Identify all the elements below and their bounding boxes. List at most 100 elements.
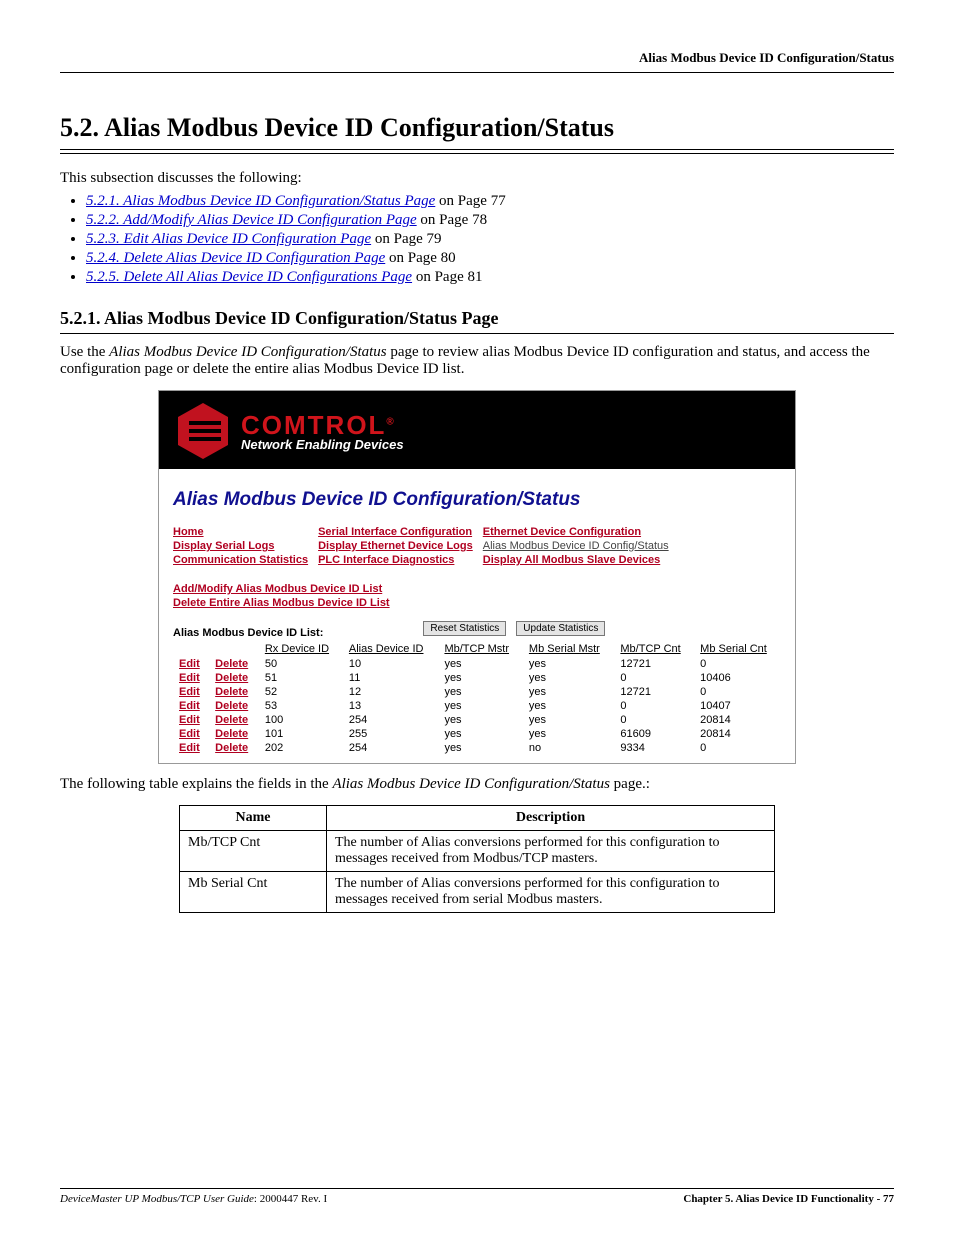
toc-link[interactable]: 5.2.5. Delete All Alias Device ID Config… [86,269,412,285]
section-title: 5.2. Alias Modbus Device ID Configuratio… [60,113,894,143]
table-row: EditDelete5111yesyes010406 [173,671,781,685]
cell-rx: 53 [259,699,343,713]
cell-alias: 13 [343,699,439,713]
edit-link[interactable]: Edit [179,686,200,698]
banner: COMTROL® Network Enabling Devices [159,391,795,469]
footer-right: Chapter 5. Alias Device ID Functionality… [683,1193,894,1205]
nav-all-slaves[interactable]: Display All Modbus Slave Devices [483,554,661,566]
brand-tagline: Network Enabling Devices [241,438,404,451]
table-row: EditDelete5010yesyes127210 [173,657,781,671]
nav-serial-config[interactable]: Serial Interface Configuration [318,526,472,538]
nav-grid: Home Serial Interface Configuration Ethe… [173,525,679,567]
cell-tcp-cnt: 12721 [614,685,694,699]
cell-serial-cnt: 0 [694,741,781,755]
table-row: EditDelete101255yesyes6160920814 [173,727,781,741]
toc-link[interactable]: 5.2.3. Edit Alias Device ID Configuratio… [86,231,371,247]
add-modify-link[interactable]: Add/Modify Alias Modbus Device ID List [173,583,382,595]
toc-item: 5.2.3. Edit Alias Device ID Configuratio… [86,231,894,248]
col-serial-cnt: Mb Serial Cnt [694,641,781,657]
cell-rx: 50 [259,657,343,671]
table-row: Mb/TCP Cnt The number of Alias conversio… [180,831,775,872]
cell-rx: 51 [259,671,343,685]
fd-header-name: Name [180,806,327,831]
screenshot-heading: Alias Modbus Device ID Configuration/Sta… [173,489,781,511]
cell-alias: 254 [343,741,439,755]
delete-link[interactable]: Delete [215,728,248,740]
cell-serial-mstr: yes [523,699,614,713]
nav-ethernet-logs[interactable]: Display Ethernet Device Logs [318,540,473,552]
edit-link[interactable]: Edit [179,742,200,754]
footer-left-rest: : 2000447 Rev. I [254,1193,327,1205]
table-row: EditDelete5313yesyes010407 [173,699,781,713]
after-post: page.: [610,776,650,792]
brand-name: COMTROL [241,410,386,440]
cell-tcp-cnt: 0 [614,671,694,685]
page-footer: DeviceMaster UP Modbus/TCP User Guide: 2… [60,1188,894,1205]
cell-rx: 202 [259,741,343,755]
after-screenshot-text: The following table explains the fields … [60,776,894,793]
body-em: Alias Modbus Device ID Configuration/Sta… [109,344,386,360]
edit-link[interactable]: Edit [179,672,200,684]
intro-text: This subsection discusses the following: [60,170,894,187]
delete-link[interactable]: Delete [215,686,248,698]
toc-link[interactable]: 5.2.4. Delete Alias Device ID Configurat… [86,250,385,266]
nav-comm-stats[interactable]: Communication Statistics [173,554,308,566]
toc-link[interactable]: 5.2.2. Add/Modify Alias Device ID Config… [86,212,417,228]
body-pre: Use the [60,344,109,360]
cell-tcp-cnt: 9334 [614,741,694,755]
cell-alias: 11 [343,671,439,685]
cell-tcp-mstr: yes [438,671,522,685]
delete-link[interactable]: Delete [215,742,248,754]
delete-link[interactable]: Delete [215,658,248,670]
logo-icon [173,403,233,459]
cell-serial-mstr: yes [523,685,614,699]
cell-rx: 101 [259,727,343,741]
delete-link[interactable]: Delete [215,700,248,712]
table-row: EditDelete5212yesyes127210 [173,685,781,699]
col-rx: Rx Device ID [259,641,343,657]
cell-serial-mstr: yes [523,671,614,685]
nav-ethernet-config[interactable]: Ethernet Device Configuration [483,526,641,538]
toc-item: 5.2.1. Alias Modbus Device ID Configurat… [86,193,894,210]
cell-serial-cnt: 10407 [694,699,781,713]
nav-plc-diag[interactable]: PLC Interface Diagnostics [318,554,454,566]
table-row: EditDelete202254yesno93340 [173,741,781,755]
cell-rx: 100 [259,713,343,727]
fd-name: Mb Serial Cnt [180,872,327,913]
update-stats-button[interactable]: Update Statistics [516,621,605,636]
cell-serial-cnt: 0 [694,685,781,699]
subsection-title: 5.2.1. Alias Modbus Device ID Configurat… [60,308,894,334]
nav-serial-logs[interactable]: Display Serial Logs [173,540,274,552]
nav-home[interactable]: Home [173,526,204,538]
delete-link[interactable]: Delete [215,672,248,684]
cell-serial-cnt: 10406 [694,671,781,685]
delete-all-link[interactable]: Delete Entire Alias Modbus Device ID Lis… [173,597,390,609]
fd-header-desc: Description [327,806,775,831]
cell-serial-cnt: 0 [694,657,781,671]
edit-link[interactable]: Edit [179,700,200,712]
col-tcp-mstr: Mb/TCP Mstr [438,641,522,657]
edit-link[interactable]: Edit [179,728,200,740]
toc-link[interactable]: 5.2.1. Alias Modbus Device ID Configurat… [86,193,435,209]
toc-item: 5.2.2. Add/Modify Alias Device ID Config… [86,212,894,229]
nav-current-page: Alias Modbus Device ID Config/Status [483,540,669,552]
cell-tcp-mstr: yes [438,727,522,741]
subsection-body: Use the Alias Modbus Device ID Configura… [60,344,894,378]
list-label: Alias Modbus Device ID List: [173,627,323,639]
embedded-screenshot: COMTROL® Network Enabling Devices Alias … [158,390,796,764]
toc-suffix: on Page 78 [417,212,487,228]
cell-tcp-mstr: yes [438,741,522,755]
field-description-table: Name Description Mb/TCP Cnt The number o… [179,805,775,913]
cell-serial-cnt: 20814 [694,713,781,727]
cell-rx: 52 [259,685,343,699]
reset-stats-button[interactable]: Reset Statistics [423,621,506,636]
reg-mark-icon: ® [386,416,395,427]
toc-suffix: on Page 80 [385,250,455,266]
cell-tcp-cnt: 0 [614,713,694,727]
delete-link[interactable]: Delete [215,714,248,726]
col-serial-mstr: Mb Serial Mstr [523,641,614,657]
edit-link[interactable]: Edit [179,658,200,670]
edit-link[interactable]: Edit [179,714,200,726]
cell-tcp-mstr: yes [438,657,522,671]
cell-tcp-mstr: yes [438,713,522,727]
